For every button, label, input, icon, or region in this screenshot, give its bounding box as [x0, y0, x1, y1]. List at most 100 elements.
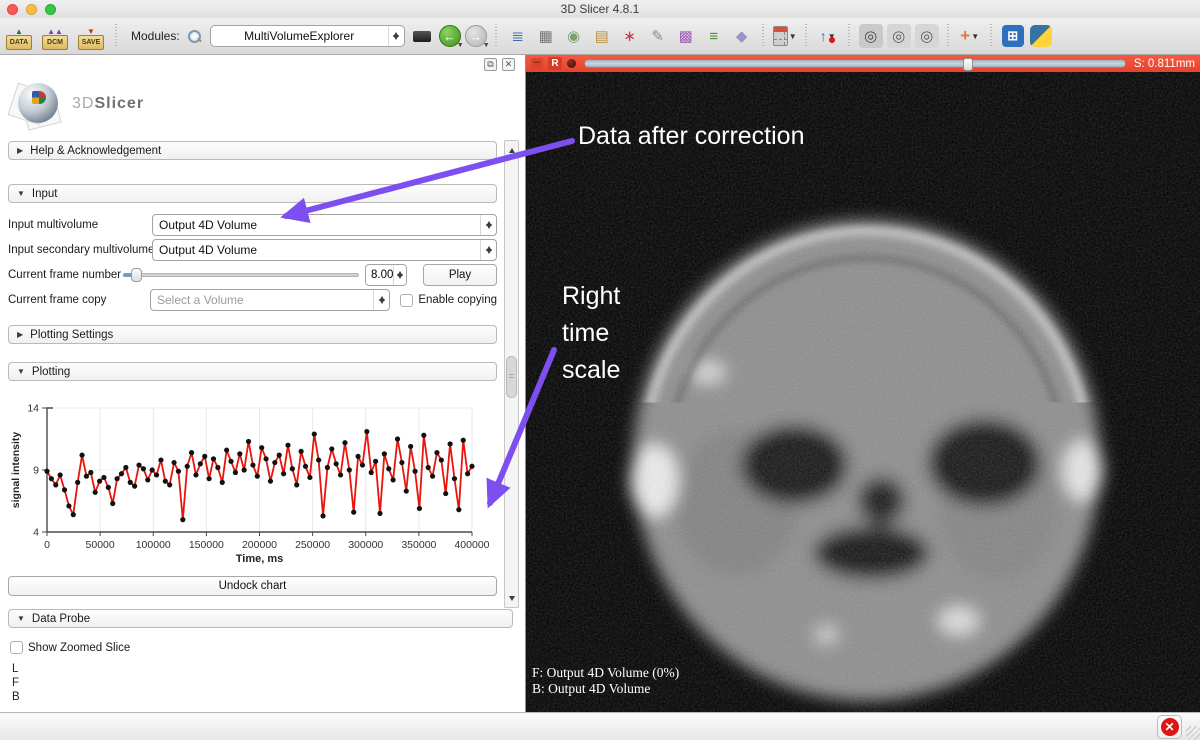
- slice-slider-handle[interactable]: [963, 58, 973, 71]
- module-checklist-icon[interactable]: ≡: [702, 24, 726, 48]
- combo-arrows-icon: [480, 240, 496, 260]
- module-selector[interactable]: MultiVolumeExplorer: [210, 25, 405, 47]
- probe-layer-label: F: [12, 676, 525, 690]
- slider-handle[interactable]: [131, 268, 142, 282]
- slice-offset-value: S: 0.811mm: [1134, 58, 1195, 70]
- input-multivolume-selector[interactable]: Output 4D Volume: [152, 214, 497, 236]
- close-icon: ✕: [1161, 718, 1179, 736]
- undock-panel-icon[interactable]: ⧉: [484, 58, 497, 71]
- data-cube-icon[interactable]: ▦: [534, 24, 558, 48]
- probe-layer-lines: LFB: [12, 662, 525, 704]
- scrollbar-handle[interactable]: [506, 356, 517, 398]
- input-multivolume-label: Input multivolume: [8, 219, 152, 231]
- combo-arrows-icon: [480, 215, 496, 235]
- python-console-icon[interactable]: [1029, 24, 1053, 48]
- enable-copying-label: Enable copying: [418, 294, 497, 306]
- slice-corner-annotation: F: Output 4D Volume (0%)B: Output 4D Vol…: [532, 665, 679, 697]
- folder-label: DCM: [42, 35, 68, 50]
- toolbar-separator: [494, 24, 499, 48]
- toolbar-separator: [761, 24, 766, 48]
- layout-selector-icon[interactable]: ▼: [773, 24, 797, 48]
- slicer-window: 3D Slicer 4.8.1 ▲DATA▲▲DCM▼SAVE Modules:…: [0, 0, 1200, 740]
- scroll-up-icon[interactable]: [505, 141, 518, 154]
- svg-text:350000: 350000: [401, 539, 436, 551]
- frame-number-spinbox[interactable]: 8.00: [365, 264, 407, 286]
- svg-text:100000: 100000: [136, 539, 171, 551]
- modules-label: Modules:: [131, 29, 180, 43]
- svg-text:150000: 150000: [189, 539, 224, 551]
- probe-layer-label: L: [12, 662, 525, 676]
- volumes-icon[interactable]: ▤: [590, 24, 614, 48]
- collapse-slice-bar-button[interactable]: –: [531, 58, 543, 69]
- frame-copy-selector[interactable]: Select a Volume: [150, 289, 390, 311]
- toolbar-separator: [989, 24, 994, 48]
- module-forward-button[interactable]: →▼: [465, 25, 487, 47]
- screenshot-camera-icon[interactable]: ◎: [859, 24, 883, 48]
- enable-copying-checkbox[interactable]: [400, 294, 413, 307]
- scene-view-camera-icon[interactable]: ◎: [887, 24, 911, 48]
- probe-layer-label: B: [12, 690, 525, 704]
- module-back-button[interactable]: ←▼: [439, 25, 461, 47]
- folder-arrow-icon: ▲: [15, 28, 23, 35]
- slice-orientation-badge[interactable]: R: [548, 57, 562, 70]
- subject-hierarchy-icon[interactable]: ≣: [506, 24, 530, 48]
- undock-chart-button[interactable]: Undock chart: [8, 576, 497, 596]
- slice-pin-icon[interactable]: [567, 59, 576, 68]
- svg-text:14: 14: [27, 403, 39, 415]
- crosshair-icon[interactable]: +▼: [958, 24, 982, 48]
- resize-grip[interactable]: [1186, 726, 1200, 740]
- window-title: 3D Slicer 4.8.1: [0, 2, 1200, 16]
- module-search-icon[interactable]: [188, 30, 201, 43]
- play-button[interactable]: Play: [423, 264, 497, 286]
- slice-overlay-line: F: Output 4D Volume (0%): [532, 665, 679, 681]
- frame-copy-row: Current frame copy Select a Volume Enabl…: [8, 289, 497, 311]
- panel-scrollbar[interactable]: [504, 140, 519, 608]
- combo-arrows-icon: [373, 290, 389, 310]
- markups-icon[interactable]: ∗: [618, 24, 642, 48]
- section-help-acknowledgement[interactable]: ▶ Help & Acknowledgement: [8, 141, 497, 160]
- svg-text:4: 4: [33, 527, 39, 539]
- section-input[interactable]: ▼ Input: [8, 184, 497, 203]
- svg-text:200000: 200000: [242, 539, 277, 551]
- mri-slice-image[interactable]: F: Output 4D Volume (0%)B: Output 4D Vol…: [526, 72, 1200, 712]
- error-log-close-button[interactable]: ✕: [1157, 715, 1182, 739]
- frame-number-label: Current frame number: [8, 269, 123, 281]
- section-data-probe[interactable]: ▼ Data Probe: [8, 609, 513, 628]
- file-toolbar: ▲DATA▲▲DCM▼SAVE: [4, 22, 106, 50]
- dropdown-arrow-icon: ▼: [789, 32, 797, 41]
- svg-text:300000: 300000: [348, 539, 383, 551]
- section-plotting[interactable]: ▼ Plotting: [8, 362, 497, 381]
- folder-label: SAVE: [78, 35, 104, 50]
- scene-view-settings-icon[interactable]: ◎: [915, 24, 939, 48]
- intensity-chart[interactable]: 0500001000001500002000002500003000003500…: [8, 398, 505, 570]
- show-zoomed-slice-checkbox[interactable]: [10, 641, 23, 654]
- status-bar: ✕: [0, 712, 1200, 740]
- module-selector-value: MultiVolumeExplorer: [211, 29, 388, 43]
- input-secondary-selector[interactable]: Output 4D Volume: [152, 239, 497, 261]
- folder-arrow-icon: ▼: [87, 28, 95, 35]
- module-panel: ⧉ ✕ 3DSlicer ▶ Help & Acknowledgement ▼: [0, 55, 526, 712]
- toolbar-separator: [946, 24, 951, 48]
- annotations-pencil-icon[interactable]: ✎: [646, 24, 670, 48]
- dropdown-arrow-icon: ▼: [971, 32, 979, 41]
- module-history-icon[interactable]: [413, 31, 431, 42]
- slice-offset-slider[interactable]: [584, 59, 1126, 68]
- collapsed-arrow-icon: ▶: [17, 146, 23, 155]
- spinbox-arrows-icon[interactable]: [393, 265, 406, 285]
- close-panel-icon[interactable]: ✕: [502, 58, 515, 71]
- scroll-down-icon[interactable]: [505, 594, 518, 607]
- mouse-interaction-icon[interactable]: ↑▼: [816, 24, 840, 48]
- load-data-button[interactable]: ▲DATA: [4, 22, 34, 50]
- extensions-puzzle-icon[interactable]: ◆: [730, 24, 754, 48]
- frame-number-slider[interactable]: [123, 264, 359, 286]
- input-secondary-label: Input secondary multivolume: [8, 244, 152, 256]
- save-button[interactable]: ▼SAVE: [76, 22, 106, 50]
- extensions-manager-icon[interactable]: ⊞: [1001, 24, 1025, 48]
- title-bar: 3D Slicer 4.8.1: [0, 0, 1200, 18]
- mri-render: [526, 72, 1200, 712]
- colors-icon[interactable]: ▩: [674, 24, 698, 48]
- dicom-button[interactable]: ▲▲DCM: [40, 22, 70, 50]
- mesh-sphere-icon[interactable]: ◉: [562, 24, 586, 48]
- section-plotting-settings[interactable]: ▶ Plotting Settings: [8, 325, 497, 344]
- svg-text:50000: 50000: [86, 539, 115, 551]
